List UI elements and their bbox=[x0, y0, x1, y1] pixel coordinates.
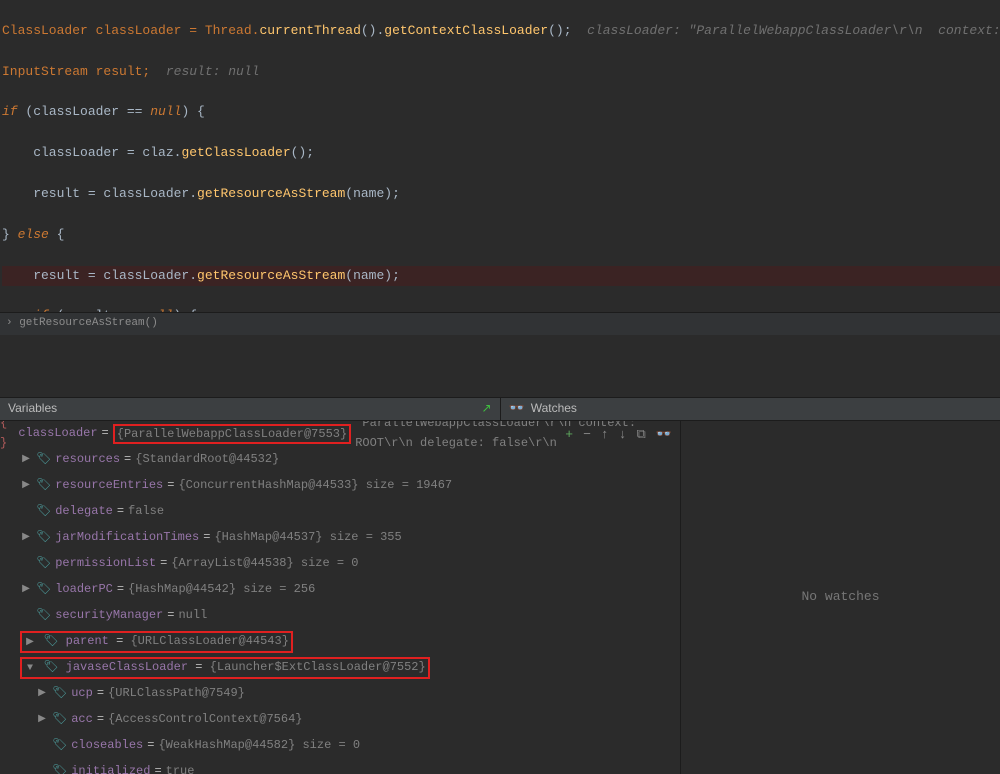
field-icon: 🏷 bbox=[36, 528, 51, 547]
code-editor[interactable]: ClassLoader classLoader = Thread.current… bbox=[0, 0, 1000, 312]
highlighted-box: ▼ 🏷 javaseClassLoader = {Launcher$ExtCla… bbox=[20, 657, 430, 679]
code-line-4: classLoader = claz.getClassLoader(); bbox=[2, 143, 1000, 163]
tab-label: Watches bbox=[531, 399, 577, 418]
watches-panel[interactable]: No watches bbox=[680, 421, 1000, 774]
code-line-3: if (classLoader == null) { bbox=[2, 102, 1000, 122]
chevron-right-icon[interactable]: ▶ bbox=[20, 582, 32, 598]
field-icon: 🏷 bbox=[36, 606, 51, 625]
highlighted-box: {ParallelWebappClassLoader@7553} bbox=[113, 424, 351, 444]
variables-panel[interactable]: + − ↑ ↓ ⧉ 👓 { } classLoader = {ParallelW… bbox=[0, 421, 680, 774]
breadcrumb[interactable]: › getResourceAsStream() bbox=[0, 312, 1000, 335]
field-icon: 🏷 bbox=[36, 580, 51, 599]
minus-icon[interactable]: − bbox=[583, 425, 591, 446]
glasses-icon[interactable]: 👓 bbox=[656, 425, 672, 446]
arrow-down-icon[interactable]: ↓ bbox=[619, 425, 627, 446]
code-line-2: InputStream result; result: null bbox=[2, 62, 1000, 82]
chevron-down-icon[interactable]: ▼ bbox=[24, 661, 36, 677]
inline-hint: result: null bbox=[166, 64, 260, 79]
field-icon: 🏷 bbox=[36, 554, 51, 573]
var-parent[interactable]: ▶ 🏷 parent = {URLClassLoader@44543} bbox=[0, 629, 680, 655]
field-icon: 🏷 bbox=[36, 476, 51, 495]
field-icon: 🏷 bbox=[52, 710, 67, 729]
var-loader-pc[interactable]: ▶ 🏷 loaderPC = {HashMap@44542} size = 25… bbox=[0, 577, 680, 603]
field-icon: 🏷 bbox=[36, 502, 51, 521]
field-icon: 🏷 bbox=[52, 736, 67, 755]
open-new-icon[interactable]: ↗ bbox=[481, 399, 491, 418]
var-jar-modification-times[interactable]: ▶ 🏷 jarModificationTimes = {HashMap@4453… bbox=[0, 525, 680, 551]
field-icon: 🏷 bbox=[43, 659, 58, 675]
chevron-right-icon[interactable]: ▶ bbox=[24, 635, 36, 651]
var-permission-list[interactable]: ▶ 🏷 permissionList = {ArrayList@44538} s… bbox=[0, 551, 680, 577]
field-icon: 🏷 bbox=[43, 633, 58, 649]
var-initialized[interactable]: ▶ 🏷 initialized = true bbox=[0, 759, 680, 774]
tab-watches[interactable]: 👓 Watches bbox=[501, 398, 1000, 420]
code-line-5: result = classLoader.getResourceAsStream… bbox=[2, 184, 1000, 204]
var-closeables[interactable]: ▶ 🏷 closeables = {WeakHashMap@44582} siz… bbox=[0, 733, 680, 759]
panel-gap bbox=[0, 335, 1000, 397]
chevron-right-icon[interactable]: ▶ bbox=[36, 686, 48, 702]
var-javase-classloader[interactable]: ▼ 🏷 javaseClassLoader = {Launcher$ExtCla… bbox=[0, 655, 680, 681]
var-security-manager[interactable]: ▶ 🏷 securityManager = null bbox=[0, 603, 680, 629]
object-icon: { } bbox=[0, 421, 14, 453]
field-icon: 🏷 bbox=[36, 450, 51, 469]
variables-toolbar: + − ↑ ↓ ⧉ 👓 bbox=[565, 425, 672, 446]
highlighted-box: ▶ 🏷 parent = {URLClassLoader@44543} bbox=[20, 631, 293, 653]
tab-variables[interactable]: Variables ↗ bbox=[0, 398, 501, 420]
field-icon: 🏷 bbox=[52, 684, 67, 703]
var-delegate[interactable]: ▶ 🏷 delegate = false bbox=[0, 499, 680, 525]
code-line-6: } else { bbox=[2, 225, 1000, 245]
var-acc[interactable]: ▶ 🏷 acc = {AccessControlContext@7564} bbox=[0, 707, 680, 733]
add-icon[interactable]: + bbox=[565, 425, 573, 446]
chevron-right-icon[interactable]: ▶ bbox=[20, 452, 32, 468]
watches-empty-label: No watches bbox=[801, 587, 879, 608]
copy-icon[interactable]: ⧉ bbox=[637, 425, 646, 446]
var-ucp[interactable]: ▶ 🏷 ucp = {URLClassPath@7549} bbox=[0, 681, 680, 707]
chevron-right-icon[interactable]: ▶ bbox=[36, 712, 48, 728]
chevron-right-icon[interactable]: ▶ bbox=[20, 530, 32, 546]
arrow-up-icon[interactable]: ↑ bbox=[601, 425, 609, 446]
field-icon: 🏷 bbox=[52, 762, 67, 774]
debug-tabs: Variables ↗ 👓 Watches bbox=[0, 397, 1000, 421]
inline-hint: classLoader: "ParallelWebappClassLoader\… bbox=[587, 23, 1000, 38]
var-resource-entries[interactable]: ▶ 🏷 resourceEntries = {ConcurrentHashMap… bbox=[0, 473, 680, 499]
code-line-1: ClassLoader classLoader = Thread.current… bbox=[2, 21, 1000, 41]
tab-label: Variables bbox=[8, 399, 57, 418]
glasses-icon: 👓 bbox=[509, 398, 525, 419]
code-line-7: result = classLoader.getResourceAsStream… bbox=[2, 266, 1000, 286]
chevron-right-icon[interactable]: ▶ bbox=[20, 478, 32, 494]
